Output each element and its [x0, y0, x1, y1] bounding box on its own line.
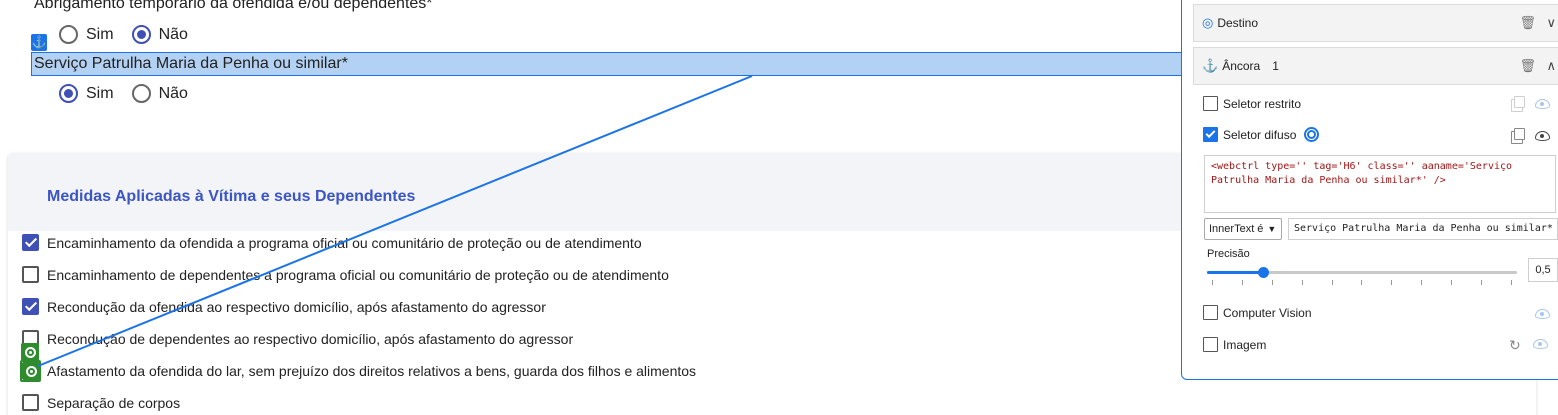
option-label: Computer Vision [1223, 305, 1312, 320]
chevron-down-icon: ▼ [1267, 224, 1277, 234]
slider-fill [1207, 271, 1263, 274]
precision-slider[interactable] [1207, 267, 1517, 278]
connector-line [37, 75, 753, 367]
anchor-count: 1 [1272, 59, 1279, 73]
slider-thumb[interactable] [1257, 267, 1269, 278]
target-icon[interactable] [1304, 127, 1320, 142]
anchor-icon: ⚓ [1202, 58, 1219, 73]
checkbox[interactable] [1203, 305, 1218, 320]
match-mode-dropdown[interactable]: InnerText é ▼ [1204, 218, 1282, 240]
row-actions [1535, 309, 1550, 319]
checkbox[interactable] [1203, 127, 1218, 142]
match-mode-value: InnerText é [1209, 223, 1264, 235]
option-computer-vision[interactable]: Computer Vision [1203, 305, 1312, 320]
precision-label: Precisão [1207, 248, 1250, 260]
eye-icon[interactable] [1535, 131, 1550, 141]
refresh-icon[interactable]: ↻ [1509, 338, 1521, 352]
row-actions: ↻ [1509, 338, 1548, 352]
option-label: Seletor difuso [1223, 127, 1297, 142]
selector-panel: ◎ Destino 🗑 ∨ ⚓ Âncora 1 🗑 ∧ Seletor res… [1181, 0, 1558, 380]
match-value-input[interactable]: Serviço Patrulha Maria da Penha ou simil… [1288, 218, 1558, 240]
target-icon: ◎ [1202, 15, 1214, 30]
checkbox[interactable] [1203, 96, 1218, 111]
section-ancora[interactable]: ⚓ Âncora 1 🗑 ∧ [1193, 47, 1558, 85]
precision-input[interactable]: 0,5 [1528, 258, 1558, 282]
option-seletor-restrito[interactable]: Seletor restrito [1203, 96, 1301, 111]
eye-icon[interactable] [1535, 309, 1550, 319]
copy-icon[interactable] [1511, 96, 1525, 112]
slider-ticks [1212, 280, 1512, 286]
option-label: Seletor restrito [1223, 96, 1302, 111]
chevron-up-icon[interactable]: ∧ [1546, 58, 1556, 74]
option-seletor-difuso[interactable]: Seletor difuso [1203, 127, 1320, 142]
eye-icon[interactable] [1532, 339, 1548, 349]
row-actions [1511, 96, 1550, 112]
section-destino[interactable]: ◎ Destino 🗑 ∨ [1193, 4, 1558, 42]
copy-icon[interactable] [1511, 128, 1525, 144]
section-label: Âncora [1222, 59, 1261, 73]
chevron-down-icon[interactable]: ∨ [1546, 15, 1556, 31]
row-actions [1511, 128, 1550, 144]
option-imagem[interactable]: Imagem [1203, 337, 1266, 352]
trash-icon[interactable]: 🗑 [1519, 15, 1536, 31]
selector-code-editor[interactable]: <webctrl type='' tag='H6' class='' aanam… [1204, 155, 1556, 213]
option-label: Imagem [1223, 337, 1267, 352]
section-label: Destino [1217, 16, 1259, 30]
trash-icon[interactable]: 🗑 [1519, 58, 1536, 74]
eye-icon[interactable] [1535, 99, 1550, 109]
checkbox[interactable] [1203, 337, 1218, 352]
